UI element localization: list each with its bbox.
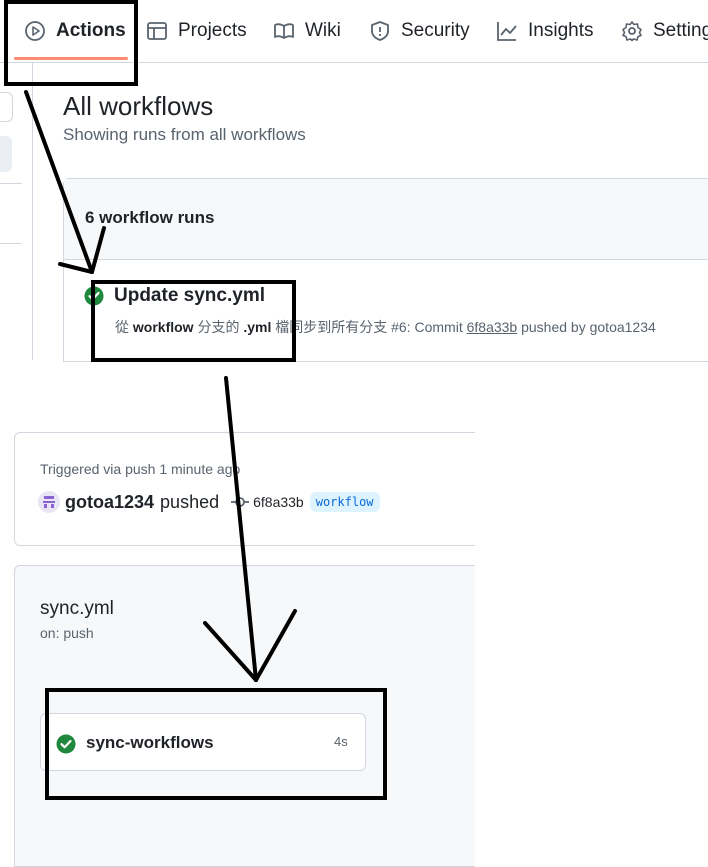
annotation-arrows: [24, 90, 297, 682]
